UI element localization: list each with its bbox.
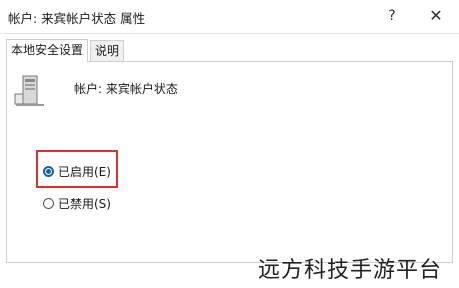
radio-checked-icon[interactable] — [43, 166, 54, 177]
radio-disabled-label: 已禁用(S) — [58, 197, 111, 211]
window-title: 帐户: 来宾帐户状态 属性 — [8, 11, 146, 26]
radio-disabled[interactable]: 已禁用(S) — [43, 195, 111, 212]
watermark-text: 远方科技手游平台 — [258, 258, 443, 283]
radio-enabled-label: 已启用(E) — [58, 165, 111, 179]
tab-explain[interactable]: 说明 — [90, 40, 125, 61]
server-icon — [14, 75, 44, 106]
policy-name: 帐户: 来宾帐户状态 — [74, 82, 178, 96]
title-bar: 帐户: 来宾帐户状态 属性 ? ✕ — [0, 0, 459, 34]
radio-enabled[interactable]: 已启用(E) — [43, 163, 111, 180]
help-button[interactable]: ? — [380, 5, 404, 27]
close-button[interactable]: ✕ — [424, 5, 448, 27]
radio-unchecked-icon[interactable] — [43, 198, 54, 209]
tab-local-security-setting[interactable]: 本地安全设置 — [6, 39, 89, 62]
